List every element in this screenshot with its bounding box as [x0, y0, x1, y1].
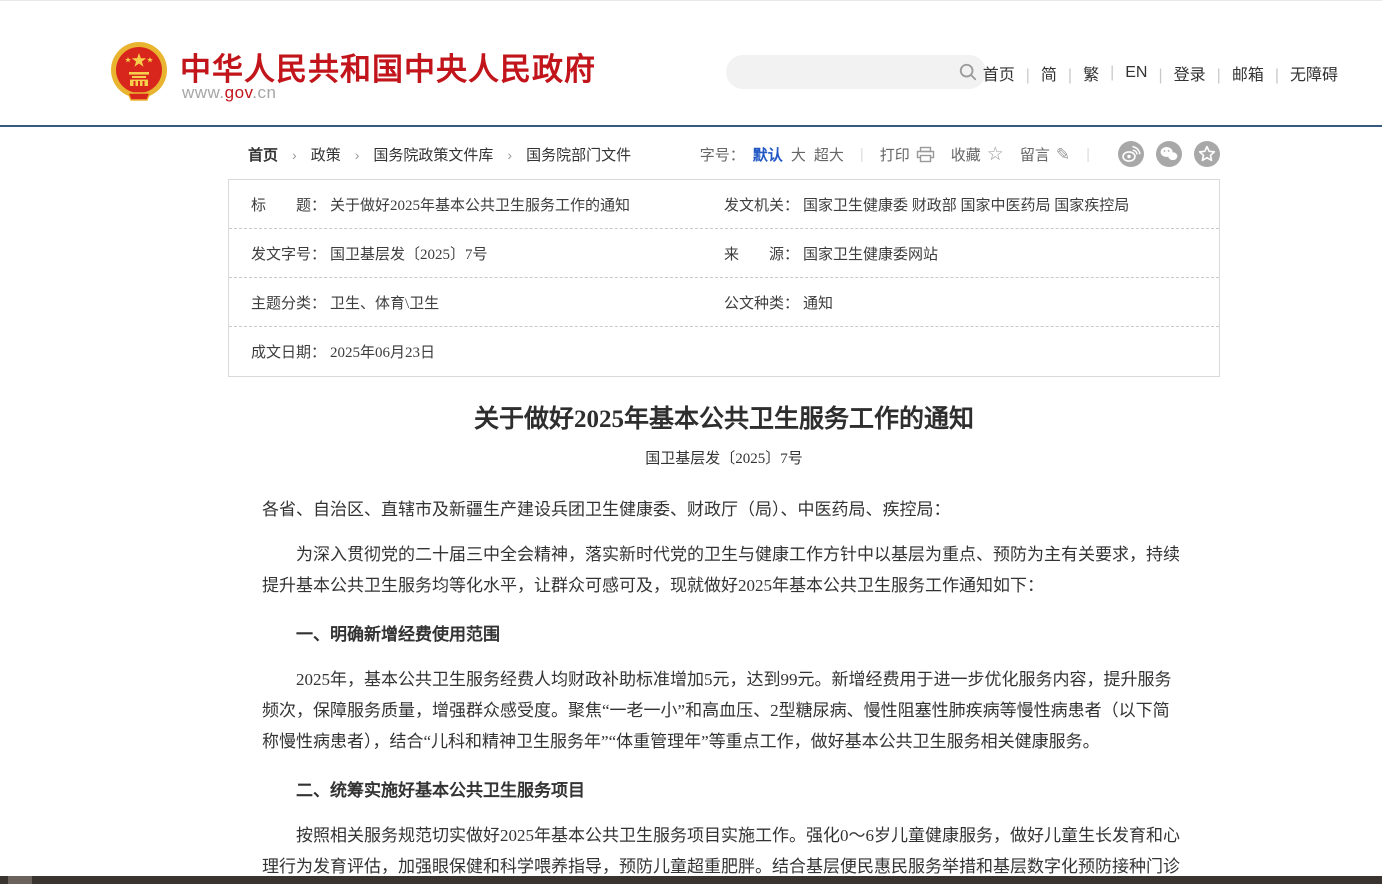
share-wechat-button[interactable]: [1156, 141, 1182, 167]
print-button[interactable]: 打印: [880, 144, 935, 165]
meta-value-doc-type: 通知: [803, 292, 833, 313]
article-paragraph: 为深入贯彻党的二十届三中全会精神，落实新时代党的卫生与健康工作方针中以基层为重点…: [262, 539, 1186, 601]
nav-mail[interactable]: 邮箱: [1206, 61, 1264, 85]
meta-row-title-agency: 标 题： 关于做好2025年基本公共卫生服务工作的通知 发文机关： 国家卫生健康…: [229, 180, 1219, 229]
bottom-edge-notch: [8, 876, 32, 884]
meta-value-title: 关于做好2025年基本公共卫生服务工作的通知: [330, 194, 630, 215]
printer-icon: [916, 146, 935, 163]
share-favorite-badge-button[interactable]: [1194, 141, 1220, 167]
top-nav: 首页 简 繁 EN 登录 邮箱 无障碍: [983, 61, 1338, 85]
article-paragraph: 按照相关服务规范切实做好2025年基本公共卫生服务项目实施工作。强化0～6岁儿童…: [262, 820, 1186, 884]
star-icon: ☆: [987, 145, 1004, 164]
national-emblem-icon: [110, 41, 168, 103]
font-size-label: 字号：: [700, 144, 745, 165]
share-weibo-button[interactable]: [1118, 141, 1144, 167]
site-url-prefix: www.: [182, 83, 225, 102]
meta-value-category: 卫生、体育\卫生: [330, 292, 439, 313]
nav-login[interactable]: 登录: [1147, 61, 1205, 85]
article-section-heading-1: 一、明确新增经费使用范围: [262, 619, 1186, 650]
meta-label-category: 主题分类：: [251, 292, 326, 313]
breadcrumb-department-docs[interactable]: 国务院部门文件: [493, 144, 631, 165]
toolbar-separator: |: [1086, 146, 1090, 163]
comment-label: 留言: [1020, 144, 1050, 165]
nav-accessibility[interactable]: 无障碍: [1264, 61, 1338, 85]
nav-home[interactable]: 首页: [983, 61, 1015, 85]
page: 中华人民共和国中央人民政府 www.gov.cn 首页 简 繁 EN 登录 邮箱…: [0, 0, 1382, 884]
nav-english[interactable]: EN: [1099, 64, 1147, 82]
main-content: 首页 政策 国务院政策文件库 国务院部门文件 字号： 默认 大 超大 | 打印: [228, 127, 1220, 884]
share-buttons: [1106, 141, 1220, 167]
font-size-large[interactable]: 大: [791, 144, 806, 165]
wechat-icon: [1156, 141, 1182, 167]
nav-traditional[interactable]: 繁: [1057, 61, 1099, 85]
favorite-button[interactable]: 收藏 ☆: [951, 144, 1004, 165]
print-label: 打印: [880, 144, 910, 165]
site-url-gov: gov: [225, 83, 253, 102]
meta-label-date: 成文日期：: [251, 341, 326, 362]
star-badge-icon: [1194, 141, 1220, 167]
meta-label-title: 标 题：: [251, 194, 326, 215]
article-section-heading-2: 二、统筹实施好基本公共卫生服务项目: [262, 775, 1186, 806]
nav-simplified[interactable]: 简: [1015, 61, 1057, 85]
site-url: www.gov.cn: [182, 83, 276, 103]
article-title: 关于做好2025年基本公共卫生服务工作的通知: [228, 399, 1220, 435]
pencil-icon: ✎: [1056, 146, 1070, 163]
meta-value-source: 国家卫生健康委网站: [803, 243, 938, 264]
article: 关于做好2025年基本公共卫生服务工作的通知 国卫基层发〔2025〕7号 各省、…: [228, 399, 1220, 884]
article-paragraph: 2025年，基本公共卫生服务经费人均财政补助标准增加5元，达到99元。新增经费用…: [262, 664, 1186, 757]
crumb-toolbar-row: 首页 政策 国务院政策文件库 国务院部门文件 字号： 默认 大 超大 | 打印: [228, 141, 1220, 167]
meta-label-agency: 发文机关：: [724, 194, 799, 215]
meta-label-doc-number: 发文字号：: [251, 243, 326, 264]
search-bar: [726, 55, 986, 89]
meta-row-date: 成文日期： 2025年06月23日: [229, 327, 1219, 376]
article-salutation: 各省、自治区、直辖市及新疆生产建设兵团卫生健康委、财政厅（局）、中医药局、疾控局…: [262, 494, 1186, 525]
meta-value-date: 2025年06月23日: [330, 341, 435, 362]
article-doc-number: 国卫基层发〔2025〕7号: [228, 447, 1220, 468]
breadcrumb: 首页 政策 国务院政策文件库 国务院部门文件: [248, 144, 631, 165]
meta-row-number-source: 发文字号： 国卫基层发〔2025〕7号 来 源： 国家卫生健康委网站: [229, 229, 1219, 278]
breadcrumb-home[interactable]: 首页: [248, 144, 278, 165]
toolbar-separator: |: [860, 146, 864, 163]
search-icon: [958, 62, 978, 82]
article-toolbar: 字号： 默认 大 超大 | 打印 收藏 ☆: [700, 141, 1220, 167]
bottom-edge-bar: [0, 876, 1382, 884]
meta-value-doc-number: 国卫基层发〔2025〕7号: [330, 243, 488, 264]
search-button[interactable]: [950, 55, 986, 89]
font-size-xlarge[interactable]: 超大: [814, 144, 844, 165]
search-input[interactable]: [726, 64, 950, 80]
meta-label-source: 来 源：: [724, 243, 799, 264]
favorite-label: 收藏: [951, 144, 981, 165]
article-body: 各省、自治区、直辖市及新疆生产建设兵团卫生健康委、财政厅（局）、中医药局、疾控局…: [262, 494, 1186, 884]
breadcrumb-policy[interactable]: 政策: [278, 144, 341, 165]
comment-button[interactable]: 留言 ✎: [1020, 144, 1070, 165]
font-size-default[interactable]: 默认: [753, 144, 783, 165]
document-meta-table: 标 题： 关于做好2025年基本公共卫生服务工作的通知 发文机关： 国家卫生健康…: [228, 179, 1220, 377]
breadcrumb-policy-library[interactable]: 国务院政策文件库: [341, 144, 494, 165]
meta-row-category-type: 主题分类： 卫生、体育\卫生 公文种类： 通知: [229, 278, 1219, 327]
weibo-icon: [1118, 141, 1144, 167]
meta-label-doc-type: 公文种类：: [724, 292, 799, 313]
meta-value-agency: 国家卫生健康委 财政部 国家中医药局 国家疾控局: [803, 194, 1129, 215]
site-url-suffix: .cn: [252, 83, 276, 102]
site-header: 中华人民共和国中央人民政府 www.gov.cn 首页 简 繁 EN 登录 邮箱…: [0, 1, 1382, 126]
